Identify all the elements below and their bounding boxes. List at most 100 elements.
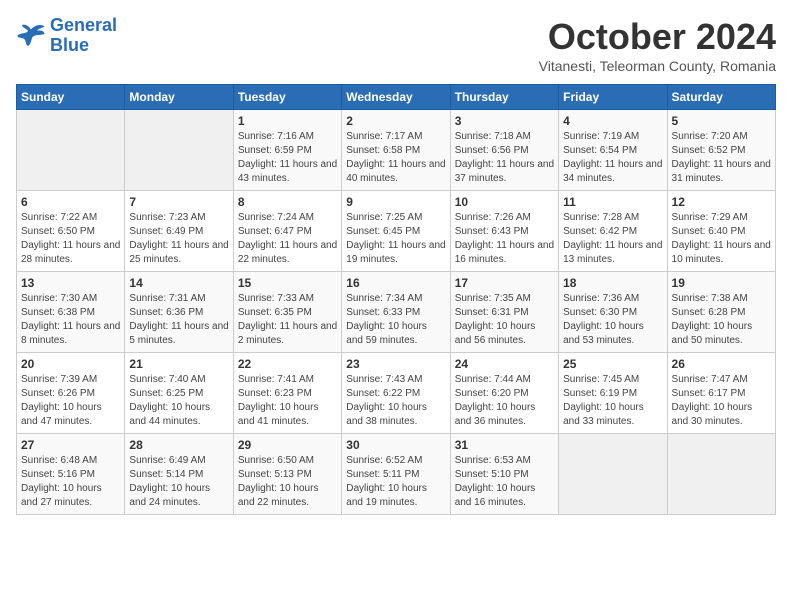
- daylight: Daylight: 11 hours and 25 minutes.: [129, 240, 228, 265]
- day-number: 29: [238, 438, 337, 452]
- day-number: 6: [21, 195, 120, 209]
- calendar-cell: 23 Sunrise: 7:43 AM Sunset: 6:22 PM Dayl…: [342, 353, 450, 434]
- day-info: Sunrise: 7:18 AM Sunset: 6:56 PM Dayligh…: [455, 130, 554, 186]
- day-number: 7: [129, 195, 228, 209]
- calendar-cell: 19 Sunrise: 7:38 AM Sunset: 6:28 PM Dayl…: [667, 272, 775, 353]
- day-number: 21: [129, 357, 228, 371]
- daylight: Daylight: 11 hours and 43 minutes.: [238, 159, 337, 184]
- daylight: Daylight: 11 hours and 31 minutes.: [672, 159, 771, 184]
- calendar-cell: 28 Sunrise: 6:49 AM Sunset: 5:14 PM Dayl…: [125, 434, 233, 515]
- sunrise: Sunrise: 7:29 AM: [672, 212, 748, 223]
- day-info: Sunrise: 7:28 AM Sunset: 6:42 PM Dayligh…: [563, 211, 662, 267]
- sunset: Sunset: 6:42 PM: [563, 226, 637, 237]
- day-number: 31: [455, 438, 554, 452]
- calendar-cell: 18 Sunrise: 7:36 AM Sunset: 6:30 PM Dayl…: [559, 272, 667, 353]
- day-info: Sunrise: 7:25 AM Sunset: 6:45 PM Dayligh…: [346, 211, 445, 267]
- day-number: 8: [238, 195, 337, 209]
- calendar-cell: [17, 110, 125, 191]
- day-number: 26: [672, 357, 771, 371]
- sunrise: Sunrise: 7:36 AM: [563, 293, 639, 304]
- calendar-week-row: 1 Sunrise: 7:16 AM Sunset: 6:59 PM Dayli…: [17, 110, 776, 191]
- day-info: Sunrise: 7:19 AM Sunset: 6:54 PM Dayligh…: [563, 130, 662, 186]
- calendar-cell: [125, 110, 233, 191]
- day-number: 24: [455, 357, 554, 371]
- calendar-cell: 27 Sunrise: 6:48 AM Sunset: 5:16 PM Dayl…: [17, 434, 125, 515]
- sunset: Sunset: 6:23 PM: [238, 388, 312, 399]
- sunrise: Sunrise: 7:28 AM: [563, 212, 639, 223]
- daylight: Daylight: 10 hours and 47 minutes.: [21, 402, 102, 427]
- sunrise: Sunrise: 6:49 AM: [129, 455, 205, 466]
- sunrise: Sunrise: 7:16 AM: [238, 131, 314, 142]
- sunset: Sunset: 6:56 PM: [455, 145, 529, 156]
- calendar-cell: 11 Sunrise: 7:28 AM Sunset: 6:42 PM Dayl…: [559, 191, 667, 272]
- day-info: Sunrise: 7:17 AM Sunset: 6:58 PM Dayligh…: [346, 130, 445, 186]
- weekday-header: Tuesday: [233, 85, 341, 110]
- sunrise: Sunrise: 6:50 AM: [238, 455, 314, 466]
- sunrise: Sunrise: 7:23 AM: [129, 212, 205, 223]
- calendar-cell: 29 Sunrise: 6:50 AM Sunset: 5:13 PM Dayl…: [233, 434, 341, 515]
- day-info: Sunrise: 7:47 AM Sunset: 6:17 PM Dayligh…: [672, 373, 771, 429]
- day-number: 12: [672, 195, 771, 209]
- daylight: Daylight: 10 hours and 30 minutes.: [672, 402, 753, 427]
- sunrise: Sunrise: 7:24 AM: [238, 212, 314, 223]
- sunrise: Sunrise: 6:52 AM: [346, 455, 422, 466]
- day-info: Sunrise: 7:34 AM Sunset: 6:33 PM Dayligh…: [346, 292, 445, 348]
- day-number: 10: [455, 195, 554, 209]
- calendar-cell: 8 Sunrise: 7:24 AM Sunset: 6:47 PM Dayli…: [233, 191, 341, 272]
- calendar-week-row: 27 Sunrise: 6:48 AM Sunset: 5:16 PM Dayl…: [17, 434, 776, 515]
- weekday-header: Wednesday: [342, 85, 450, 110]
- calendar-body: 1 Sunrise: 7:16 AM Sunset: 6:59 PM Dayli…: [17, 110, 776, 515]
- day-number: 11: [563, 195, 662, 209]
- day-info: Sunrise: 7:39 AM Sunset: 6:26 PM Dayligh…: [21, 373, 120, 429]
- weekday-header: Sunday: [17, 85, 125, 110]
- calendar-cell: 16 Sunrise: 7:34 AM Sunset: 6:33 PM Dayl…: [342, 272, 450, 353]
- calendar-week-row: 6 Sunrise: 7:22 AM Sunset: 6:50 PM Dayli…: [17, 191, 776, 272]
- calendar-cell: 1 Sunrise: 7:16 AM Sunset: 6:59 PM Dayli…: [233, 110, 341, 191]
- sunset: Sunset: 6:22 PM: [346, 388, 420, 399]
- daylight: Daylight: 10 hours and 33 minutes.: [563, 402, 644, 427]
- sunset: Sunset: 6:17 PM: [672, 388, 746, 399]
- sunset: Sunset: 6:36 PM: [129, 307, 203, 318]
- daylight: Daylight: 11 hours and 34 minutes.: [563, 159, 662, 184]
- calendar-cell: 20 Sunrise: 7:39 AM Sunset: 6:26 PM Dayl…: [17, 353, 125, 434]
- day-number: 5: [672, 114, 771, 128]
- sunset: Sunset: 6:50 PM: [21, 226, 95, 237]
- sunrise: Sunrise: 7:30 AM: [21, 293, 97, 304]
- sunrise: Sunrise: 7:38 AM: [672, 293, 748, 304]
- calendar-cell: [667, 434, 775, 515]
- calendar-cell: 14 Sunrise: 7:31 AM Sunset: 6:36 PM Dayl…: [125, 272, 233, 353]
- day-number: 16: [346, 276, 445, 290]
- sunset: Sunset: 5:11 PM: [346, 469, 419, 480]
- day-info: Sunrise: 6:48 AM Sunset: 5:16 PM Dayligh…: [21, 454, 120, 510]
- calendar-cell: 3 Sunrise: 7:18 AM Sunset: 6:56 PM Dayli…: [450, 110, 558, 191]
- calendar-cell: 30 Sunrise: 6:52 AM Sunset: 5:11 PM Dayl…: [342, 434, 450, 515]
- sunset: Sunset: 6:28 PM: [672, 307, 746, 318]
- calendar-cell: 25 Sunrise: 7:45 AM Sunset: 6:19 PM Dayl…: [559, 353, 667, 434]
- day-info: Sunrise: 7:29 AM Sunset: 6:40 PM Dayligh…: [672, 211, 771, 267]
- sunset: Sunset: 6:52 PM: [672, 145, 746, 156]
- sunset: Sunset: 6:30 PM: [563, 307, 637, 318]
- day-number: 13: [21, 276, 120, 290]
- sunrise: Sunrise: 7:35 AM: [455, 293, 531, 304]
- daylight: Daylight: 10 hours and 41 minutes.: [238, 402, 319, 427]
- weekday-header: Monday: [125, 85, 233, 110]
- calendar-cell: 7 Sunrise: 7:23 AM Sunset: 6:49 PM Dayli…: [125, 191, 233, 272]
- daylight: Daylight: 10 hours and 44 minutes.: [129, 402, 210, 427]
- calendar-cell: 10 Sunrise: 7:26 AM Sunset: 6:43 PM Dayl…: [450, 191, 558, 272]
- day-number: 28: [129, 438, 228, 452]
- day-number: 9: [346, 195, 445, 209]
- day-info: Sunrise: 7:43 AM Sunset: 6:22 PM Dayligh…: [346, 373, 445, 429]
- daylight: Daylight: 11 hours and 10 minutes.: [672, 240, 771, 265]
- day-info: Sunrise: 7:20 AM Sunset: 6:52 PM Dayligh…: [672, 130, 771, 186]
- daylight: Daylight: 11 hours and 28 minutes.: [21, 240, 120, 265]
- day-info: Sunrise: 7:40 AM Sunset: 6:25 PM Dayligh…: [129, 373, 228, 429]
- sunset: Sunset: 6:25 PM: [129, 388, 203, 399]
- day-info: Sunrise: 6:50 AM Sunset: 5:13 PM Dayligh…: [238, 454, 337, 510]
- day-info: Sunrise: 7:26 AM Sunset: 6:43 PM Dayligh…: [455, 211, 554, 267]
- weekday-header: Saturday: [667, 85, 775, 110]
- daylight: Daylight: 10 hours and 24 minutes.: [129, 483, 210, 508]
- sunset: Sunset: 6:49 PM: [129, 226, 203, 237]
- sunrise: Sunrise: 7:20 AM: [672, 131, 748, 142]
- daylight: Daylight: 10 hours and 16 minutes.: [455, 483, 536, 508]
- daylight: Daylight: 10 hours and 56 minutes.: [455, 321, 536, 346]
